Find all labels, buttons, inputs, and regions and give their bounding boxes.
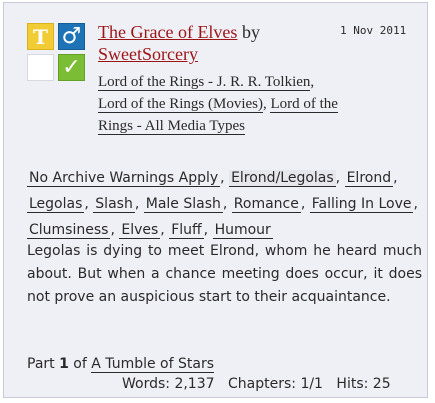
work-title-link[interactable]: The Grace of Elves	[98, 22, 237, 42]
tag-separator: ,	[300, 196, 310, 212]
tag-separator: ,	[393, 170, 398, 186]
tag-separator: ,	[134, 196, 144, 212]
category-glyph: ♂	[61, 23, 82, 49]
tag-link[interactable]: Elves	[119, 222, 161, 239]
by-label: by	[241, 22, 260, 42]
tag-link[interactable]: Fluff	[169, 222, 204, 239]
words-count: 2,137	[174, 376, 215, 392]
series-info: Part 1 of A Tumble of Stars	[27, 355, 215, 373]
author-link[interactable]: SweetSorcery	[98, 44, 198, 64]
complete-check-icon[interactable]: ✓	[58, 54, 85, 81]
complete-glyph: ✓	[62, 54, 81, 80]
tag-link[interactable]: Male Slash	[143, 196, 223, 213]
tag-separator: ,	[222, 196, 232, 212]
work-heading: The Grace of Elves by SweetSorcery	[98, 21, 358, 65]
tag-link[interactable]: No Archive Warnings Apply	[27, 170, 221, 187]
fandom-tag[interactable]: Lord of the Rings - J. R. R. Tolkien	[98, 74, 311, 91]
tag-link[interactable]: Humour	[212, 222, 273, 239]
tag-link[interactable]: Elrond	[344, 170, 394, 187]
tag-separator: ,	[220, 170, 230, 186]
work-summary: Legolas is dying to meet Elrond, whom he…	[27, 243, 422, 305]
hits-label: Hits:	[336, 376, 369, 392]
tag-list: No Archive Warnings Apply, Elrond/Legola…	[27, 165, 422, 243]
work-blurb: T ♂ ✓ The Grace of Elves by SweetSorcery…	[3, 2, 428, 398]
hits-count: 25	[372, 376, 391, 392]
tag-separator: ,	[160, 222, 170, 238]
tag-separator: ,	[413, 196, 418, 212]
fandom-list: Lord of the Rings - J. R. R. Tolkien, Lo…	[98, 71, 338, 137]
tag-link[interactable]: Falling In Love	[309, 196, 414, 213]
series-of-label: of	[73, 356, 87, 372]
series-title-link[interactable]: A Tumble of Stars	[91, 356, 215, 373]
rating-glyph: T	[33, 24, 48, 49]
series-part-number: 1	[59, 356, 69, 372]
no-warnings-icon[interactable]	[27, 54, 54, 81]
required-tags-icons: T ♂ ✓	[27, 23, 85, 81]
tag-separator: ,	[335, 170, 345, 186]
male-male-category-icon[interactable]: ♂	[58, 23, 85, 50]
publish-date: 1 Nov 2011	[340, 24, 407, 37]
tag-separator: ,	[203, 222, 213, 238]
tag-link[interactable]: Elrond/Legolas	[229, 170, 336, 187]
tag-separator: ,	[110, 222, 120, 238]
words-label: Words:	[122, 376, 170, 392]
tag-separator: ,	[310, 74, 315, 90]
tag-link[interactable]: Slash	[93, 196, 135, 213]
tag-separator: ,	[84, 196, 94, 212]
work-stats: Words: 2,137 Chapters: 1/1 Hits: 25	[122, 375, 391, 393]
tag-link[interactable]: Romance	[231, 196, 301, 213]
series-part-label: Part	[27, 356, 55, 372]
chapters-count: 1/1	[300, 376, 323, 392]
tag-link[interactable]: Legolas	[27, 196, 85, 213]
tag-link[interactable]: Clumsiness	[27, 222, 111, 239]
fandom-tag[interactable]: Lord of the Rings (Movies)	[98, 96, 263, 113]
chapters-label: Chapters:	[228, 376, 296, 392]
rating-teen-icon[interactable]: T	[27, 23, 54, 50]
